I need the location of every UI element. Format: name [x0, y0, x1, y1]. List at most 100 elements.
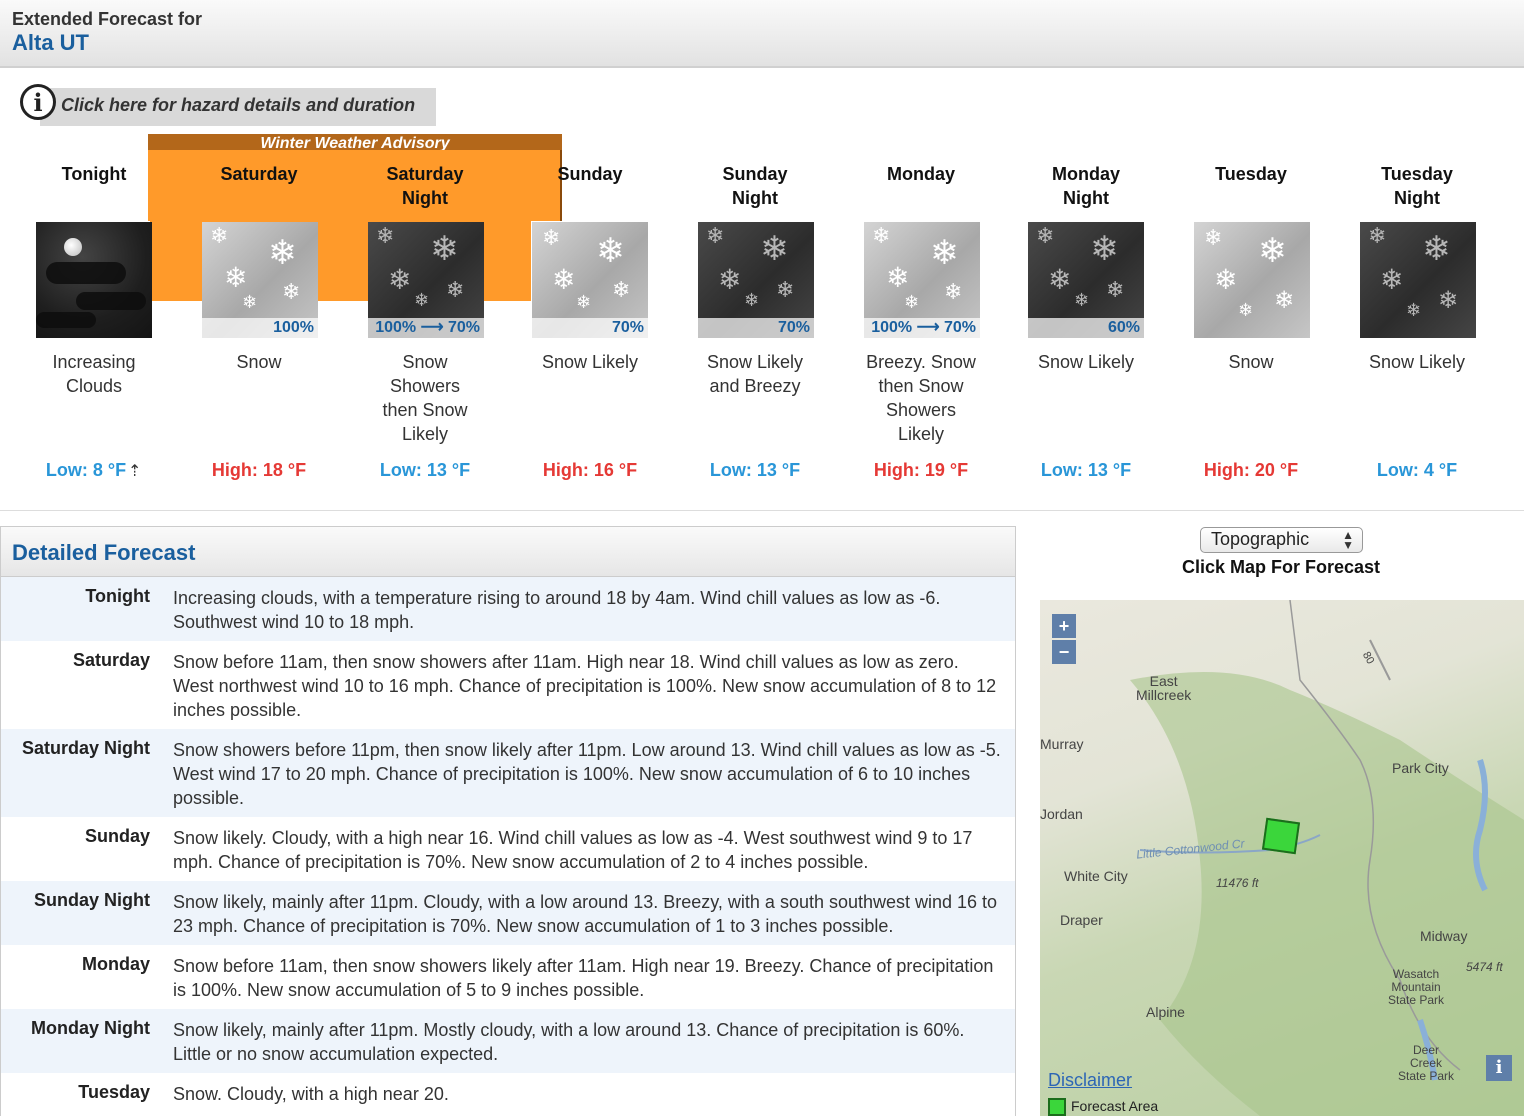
detailed-forecast-panel: Detailed Forecast Tonight Increasing clo… — [0, 526, 1016, 1116]
snow-icon[interactable]: ❄ ❄ ❄ ❄ ❄ 100% — [202, 222, 318, 338]
location-title: Alta UT — [12, 30, 89, 55]
short-forecast: Snow Likely — [1368, 352, 1466, 372]
map-label: White City — [1064, 868, 1128, 884]
period-name: Tuesday Night — [1381, 164, 1453, 208]
forecast-area-legend-swatch — [1048, 1098, 1066, 1116]
row-label: Monday Night — [31, 1018, 150, 1038]
precip-chance: 100% ⟶ 70% — [368, 318, 484, 338]
row-text: Snow likely, mainly after 11pm. Mostly c… — [173, 1020, 965, 1064]
map-label: Jordan — [1040, 806, 1083, 822]
snow-night-icon[interactable]: ❄ ❄ ❄ ❄ ❄ — [1360, 222, 1476, 338]
snow-night-icon[interactable]: ❄ ❄ ❄ ❄ ❄ 70% — [698, 222, 814, 338]
short-forecast: Snow Likely — [1037, 352, 1135, 372]
period-name: Saturday — [220, 164, 298, 184]
row-text: Snow likely. Cloudy, with a high near 16… — [173, 828, 973, 872]
row-text: Snow showers before 11pm, then snow like… — [173, 740, 1001, 808]
section-divider — [0, 510, 1524, 511]
night-clouds-icon[interactable] — [36, 222, 152, 338]
header-label: Extended Forecast for — [12, 9, 203, 29]
short-forecast: Snow Likely — [541, 352, 639, 372]
table-row: Monday Night Snow likely, mainly after 1… — [1, 1009, 1015, 1073]
table-row: Tuesday Snow. Cloudy, with a high near 2… — [1, 1073, 1015, 1116]
select-arrows-icon: ▲ ▼ — [1342, 528, 1354, 552]
forecast-area-legend-label: Forecast Area — [1071, 1098, 1159, 1114]
page-header — [0, 0, 1524, 68]
snow-night-icon[interactable]: ❄ ❄ ❄ ❄ ❄ 60% — [1028, 222, 1144, 338]
map-type-select[interactable]: Topographic ▲ ▼ — [1200, 527, 1363, 553]
precip-chance: 70% — [532, 318, 648, 338]
short-forecast: Snow — [236, 352, 282, 372]
map-label: Deer Creek State Park — [1398, 1043, 1455, 1083]
advisory-label: Winter Weather Advisory — [260, 135, 450, 150]
row-text: Snow likely, mainly after 11pm. Cloudy, … — [173, 892, 998, 936]
row-label: Tuesday — [78, 1082, 150, 1102]
zoom-in-button[interactable]: + — [1052, 614, 1076, 638]
zoom-out-button[interactable]: − — [1052, 640, 1076, 664]
row-text: Snow before 11am, then snow showers like… — [173, 956, 994, 1000]
map-label: Park City — [1392, 760, 1449, 776]
period-name: Monday Night — [1051, 164, 1120, 208]
snow-icon[interactable]: ❄ ❄ ❄ ❄ ❄ 100% ⟶ 70% — [864, 222, 980, 338]
table-row: Saturday Night Snow showers before 11pm,… — [1, 729, 1015, 817]
forecast-map[interactable]: + − East Millcreek Murray Jordan White Ci… — [1040, 600, 1524, 1116]
snow-night-icon[interactable]: ❄ ❄ ❄ ❄ ❄ 100% ⟶ 70% — [368, 222, 484, 338]
period-name: Sunday — [557, 164, 623, 184]
row-label: Tonight — [85, 586, 150, 606]
precip-chance: 70% — [698, 318, 814, 338]
map-info-button[interactable]: i — [1486, 1055, 1512, 1081]
map-label: Alpine — [1146, 1004, 1185, 1020]
table-row: Monday Snow before 11am, then snow showe… — [1, 945, 1015, 1009]
table-row: Tonight Increasing clouds, with a temper… — [1, 577, 1015, 641]
map-label: 5474 ft — [1466, 960, 1503, 974]
map-caption: Click Map For Forecast — [1182, 557, 1381, 577]
short-forecast: Increasing Clouds — [52, 352, 136, 396]
period-name: Saturday Night — [386, 164, 464, 208]
row-text: Snow. Cloudy, with a high near 20. — [173, 1084, 449, 1104]
short-forecast: Breezy. Snow then Snow Showers Likely — [866, 352, 976, 444]
period-name: Tuesday — [1215, 164, 1287, 184]
short-forecast: Snow Showers then Snow Likely — [382, 352, 468, 444]
temperature-low: Low: 13 °F — [709, 460, 801, 480]
period-name: Monday — [886, 164, 955, 184]
temperature-high: High: 20 °F — [1203, 460, 1299, 480]
map-type-value: Topographic — [1211, 529, 1310, 549]
row-text: Increasing clouds, with a temperature ri… — [173, 588, 941, 632]
table-row: Sunday Night Snow likely, mainly after 1… — [1, 881, 1015, 945]
temperature-low: Low: 4 °F — [1376, 460, 1458, 480]
map-label: Murray — [1040, 736, 1084, 752]
detailed-forecast-header: Detailed Forecast — [1, 527, 1015, 577]
row-label: Saturday Night — [21, 738, 150, 758]
row-label: Sunday — [84, 826, 150, 846]
hazard-link[interactable]: Click here for hazard details and durati… — [61, 95, 415, 116]
precip-chance: 60% — [1028, 318, 1144, 338]
period-name: Sunday Night — [722, 164, 788, 208]
rising-temp-icon: ⇡ — [128, 463, 142, 480]
short-forecast: Snow — [1228, 352, 1274, 372]
temperature-low: Low: 13 °F — [379, 460, 471, 480]
forecast-area-marker[interactable] — [1261, 817, 1301, 855]
disclaimer-link[interactable]: Disclaimer — [1048, 1070, 1132, 1091]
map-label: East Millcreek — [1136, 673, 1192, 703]
map-label: 11476 ft — [1216, 876, 1259, 890]
row-label: Sunday Night — [34, 890, 150, 910]
map-terrain — [1130, 600, 1524, 1116]
map-label: Wasatch Mountain State Park — [1388, 967, 1445, 1007]
precip-chance: 100% — [202, 318, 318, 338]
precip-chance: 100% ⟶ 70% — [864, 318, 980, 338]
temperature-high: High: 18 °F — [211, 460, 307, 480]
short-forecast: Snow Likely and Breezy — [706, 352, 804, 396]
map-label: Draper — [1060, 912, 1103, 928]
row-text: Snow before 11am, then snow showers afte… — [173, 652, 997, 720]
snow-icon[interactable]: ❄ ❄ ❄ ❄ ❄ — [1194, 222, 1310, 338]
period-name: Tonight — [61, 164, 127, 184]
detailed-forecast-title: Detailed Forecast — [12, 540, 196, 565]
temperature-high: High: 16 °F — [542, 460, 638, 480]
temperature-high: High: 19 °F — [873, 460, 969, 480]
table-row: Sunday Snow likely. Cloudy, with a high … — [1, 817, 1015, 881]
row-label: Monday — [81, 954, 150, 974]
snow-icon[interactable]: ❄ ❄ ❄ ❄ ❄ 70% — [532, 222, 648, 338]
winter-weather-advisory-banner[interactable]: Winter Weather Advisory — [148, 134, 562, 150]
table-row: Saturday Snow before 11am, then snow sho… — [1, 641, 1015, 729]
info-icon[interactable]: i — [20, 84, 56, 120]
row-label: Saturday — [72, 650, 150, 670]
